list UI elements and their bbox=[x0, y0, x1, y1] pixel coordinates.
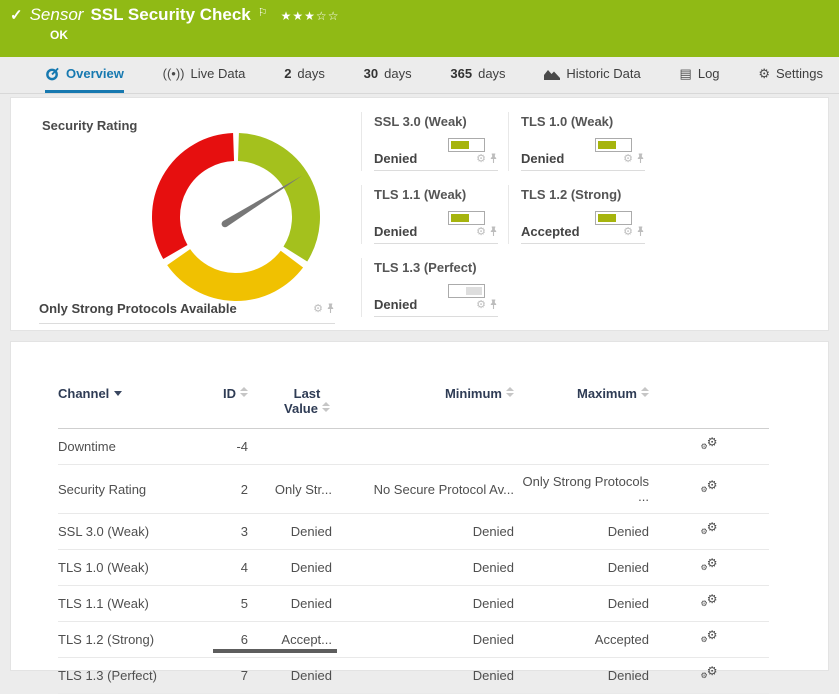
horizontal-scrollbar-thumb[interactable] bbox=[213, 649, 337, 653]
security-rating-gauge bbox=[152, 133, 320, 301]
tab-30-days[interactable]: 30 days bbox=[364, 57, 412, 93]
edit-channel-icon[interactable]: ⚙ ⚙ bbox=[701, 435, 718, 452]
pin-icon[interactable] bbox=[489, 226, 498, 237]
pin-icon[interactable] bbox=[636, 226, 645, 237]
edit-channel-icon[interactable]: ⚙ ⚙ bbox=[701, 478, 718, 495]
sort-desc-icon bbox=[114, 391, 123, 396]
status-check-icon: ✓ bbox=[10, 7, 23, 24]
col-header-channel[interactable]: Channel bbox=[58, 378, 198, 429]
col-header-maximum[interactable]: Maximum bbox=[514, 378, 649, 429]
area-chart-icon bbox=[544, 69, 561, 80]
tile-tls-1-2[interactable]: TLS 1.2 (Strong) Accepted ⚙ bbox=[508, 185, 655, 244]
edit-channel-icon[interactable]: ⚙ ⚙ bbox=[701, 628, 718, 645]
tab-365-days[interactable]: 365 days bbox=[450, 57, 505, 93]
broadcast-icon: ((•)) bbox=[162, 66, 185, 81]
table-row[interactable]: SSL 3.0 (Weak) 3 Denied Denied Denied ⚙ ⚙ bbox=[58, 513, 769, 550]
edit-channel-icon[interactable]: ⚙ ⚙ bbox=[701, 556, 718, 573]
protocol-tiles-grid: SSL 3.0 (Weak) Denied ⚙ TLS 1.0 (Weak) D… bbox=[361, 112, 655, 317]
edit-channel-icon[interactable]: ⚙ ⚙ bbox=[701, 664, 718, 681]
mini-gauge bbox=[595, 211, 632, 225]
gauge-icon bbox=[46, 67, 59, 80]
channel-table: Channel ID Last Value Minimum Maximum Do… bbox=[58, 378, 769, 694]
sort-icon bbox=[641, 387, 649, 397]
tab-settings[interactable]: ⚙ Settings bbox=[758, 57, 823, 93]
table-row[interactable]: TLS 1.1 (Weak) 5 Denied Denied Denied ⚙ ⚙ bbox=[58, 585, 769, 622]
tile-value: Denied bbox=[374, 151, 418, 166]
edit-channel-icon[interactable]: ⚙ ⚙ bbox=[701, 520, 718, 537]
table-row[interactable]: TLS 1.0 (Weak) 4 Denied Denied Denied ⚙ ⚙ bbox=[58, 549, 769, 586]
mini-gauge bbox=[448, 211, 485, 225]
channel-gear-icon[interactable]: ⚙ bbox=[476, 225, 486, 238]
channel-gear-icon[interactable]: ⚙ bbox=[623, 225, 633, 238]
tile-tls-1-0[interactable]: TLS 1.0 (Weak) Denied ⚙ bbox=[508, 112, 655, 171]
tab-live-data[interactable]: ((•)) Live Data bbox=[163, 57, 246, 93]
pin-icon[interactable] bbox=[489, 299, 498, 310]
channel-gear-icon[interactable]: ⚙ bbox=[476, 152, 486, 165]
tile-tls-1-3[interactable]: TLS 1.3 (Perfect) Denied ⚙ bbox=[361, 258, 508, 317]
channel-gear-icon[interactable]: ⚙ bbox=[313, 302, 323, 315]
table-row[interactable]: Downtime -4 ⚙ ⚙ bbox=[58, 428, 769, 465]
status-text: OK bbox=[50, 28, 68, 42]
flag-icon: ⚐ bbox=[257, 7, 268, 19]
col-header-last-value[interactable]: Last Value bbox=[248, 378, 332, 429]
tile-value: Denied bbox=[521, 151, 565, 166]
edit-channel-icon[interactable]: ⚙ ⚙ bbox=[701, 592, 718, 609]
tile-value: Denied bbox=[374, 297, 418, 312]
tile-value: Denied bbox=[374, 224, 418, 239]
sort-icon bbox=[321, 402, 330, 412]
col-header-edit bbox=[649, 378, 769, 429]
col-header-minimum[interactable]: Minimum bbox=[332, 378, 514, 429]
tab-bar: Overview ((•)) Live Data 2 days 30 days … bbox=[0, 57, 839, 94]
table-row[interactable]: TLS 1.3 (Perfect) 7 Denied Denied Denied… bbox=[58, 657, 769, 694]
priority-stars[interactable]: ★★★☆☆ bbox=[281, 9, 340, 23]
tab-overview[interactable]: Overview bbox=[45, 57, 124, 93]
security-rating-gauge-tile[interactable]: Security Rating Only Strong Protocols Av… bbox=[29, 112, 339, 324]
gear-icon: ⚙ bbox=[758, 65, 770, 81]
channel-table-panel: Channel ID Last Value Minimum Maximum Do… bbox=[10, 341, 829, 694]
gauge-title: Security Rating bbox=[42, 118, 138, 133]
pin-icon[interactable] bbox=[636, 153, 645, 164]
table-row[interactable]: Security Rating 2 Only Str... No Secure … bbox=[58, 464, 769, 514]
col-header-id[interactable]: ID bbox=[198, 378, 248, 429]
tab-historic-data[interactable]: Historic Data bbox=[544, 57, 641, 93]
mini-gauge bbox=[448, 138, 485, 152]
mini-gauge bbox=[448, 284, 485, 298]
channel-gear-icon[interactable]: ⚙ bbox=[476, 298, 486, 311]
pin-icon[interactable] bbox=[489, 153, 498, 164]
tab-log[interactable]: ▤ Log bbox=[680, 57, 720, 93]
sort-icon bbox=[240, 387, 248, 397]
mini-gauge bbox=[595, 138, 632, 152]
object-kind-label: Sensor bbox=[29, 5, 84, 24]
gauge-value-label: Only Strong Protocols Available bbox=[39, 301, 237, 316]
sensor-status-header: ✓ Sensor SSL Security Check ⚐ ★★★☆☆ OK bbox=[0, 0, 839, 57]
channel-gear-icon[interactable]: ⚙ bbox=[623, 152, 633, 165]
sort-icon bbox=[506, 387, 514, 397]
table-row[interactable]: TLS 1.2 (Strong) 6 Accept... Denied Acce… bbox=[58, 621, 769, 658]
tab-2-days[interactable]: 2 days bbox=[284, 57, 325, 93]
overview-gauges-panel: Security Rating Only Strong Protocols Av… bbox=[10, 97, 829, 331]
tile-tls-1-1[interactable]: TLS 1.1 (Weak) Denied ⚙ bbox=[361, 185, 508, 244]
tile-ssl-3-0[interactable]: SSL 3.0 (Weak) Denied ⚙ bbox=[361, 112, 508, 171]
log-list-icon: ▤ bbox=[679, 65, 692, 81]
sensor-title: SSL Security Check bbox=[90, 5, 251, 24]
pin-icon[interactable] bbox=[326, 303, 335, 314]
tile-value: Accepted bbox=[521, 224, 580, 239]
